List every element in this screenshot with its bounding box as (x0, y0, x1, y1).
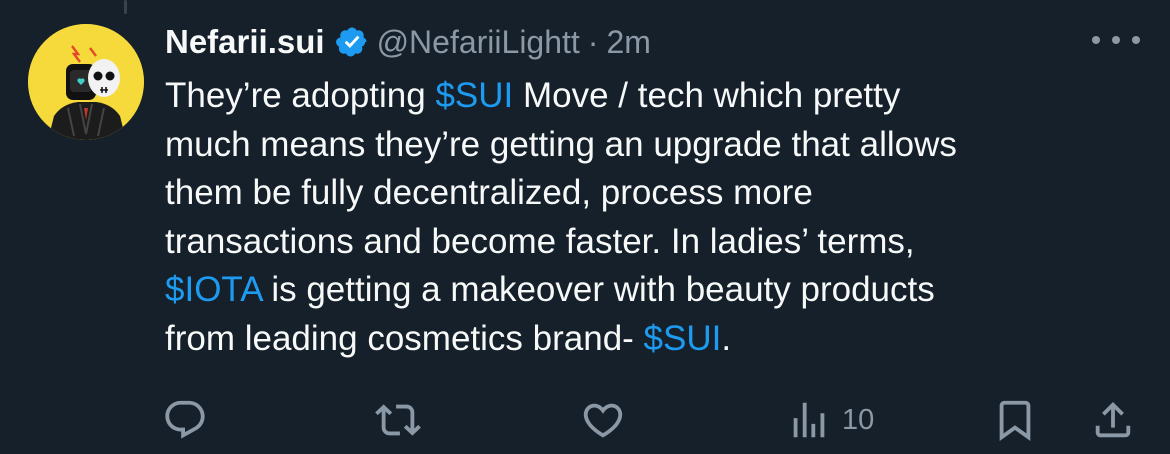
bookmark-button[interactable] (992, 394, 1038, 446)
text-segment: is getting a makeover with beauty produc… (261, 270, 935, 309)
share-icon (1095, 401, 1131, 438)
like-icon (583, 403, 623, 438)
bookmark-icon (999, 400, 1031, 441)
post-time[interactable]: 2m (606, 24, 650, 61)
tweet-text-line: them be fully decentralized, process mor… (165, 169, 1125, 218)
views-count: 10 (842, 403, 875, 436)
retweet-button[interactable] (375, 394, 421, 446)
cashtag-link[interactable]: $IOTA (165, 270, 262, 309)
cashtag-link[interactable]: $SUI (435, 76, 513, 115)
avatar[interactable] (28, 24, 144, 140)
views-button[interactable]: 10 (786, 394, 874, 446)
tweet-text-line: transactions and become faster. In ladie… (165, 218, 1125, 267)
avatar-illustration (28, 24, 144, 140)
tweet-text-line: They’re adopting $SUI Move / tech which … (165, 72, 1125, 121)
share-button[interactable] (1090, 394, 1136, 446)
more-options-icon[interactable] (1092, 28, 1140, 52)
tweet-header: Nefarii.sui @NefariiLightt · 2m (165, 18, 651, 66)
text-segment: transactions and become faster. In ladie… (165, 221, 915, 261)
reply-icon (165, 400, 205, 439)
cashtag-link[interactable]: $SUI (644, 319, 722, 358)
text-segment: They’re adopting (165, 76, 436, 115)
tweet-text-line: $IOTA is getting a makeover with beauty … (165, 266, 1125, 315)
text-segment: . (721, 318, 732, 358)
text-segment: them be fully decentralized, process mor… (165, 173, 813, 212)
action-bar: 10 (0, 390, 1170, 450)
text-segment: from leading cosmetics brand- (165, 318, 644, 358)
text-segment: much means they’re getting an upgrade th… (165, 124, 957, 164)
tweet-text-line: much means they’re getting an upgrade th… (165, 121, 1125, 170)
author-name[interactable]: Nefarii.sui (165, 23, 325, 61)
thread-connector-line (124, 0, 127, 14)
tweet-text: They’re adopting $SUI Move / tech which … (165, 72, 1125, 363)
header-separator: · (587, 23, 599, 60)
verified-badge-icon (335, 25, 369, 59)
author-handle[interactable]: @NefariiLightt (377, 24, 580, 61)
tweet-text-line: from leading cosmetics brand- $SUI. (165, 315, 1125, 364)
retweet-icon (375, 404, 421, 436)
text-segment: Move / tech which pretty (513, 76, 901, 115)
reply-button[interactable] (162, 394, 208, 446)
like-button[interactable] (580, 394, 626, 446)
views-icon (793, 402, 825, 438)
